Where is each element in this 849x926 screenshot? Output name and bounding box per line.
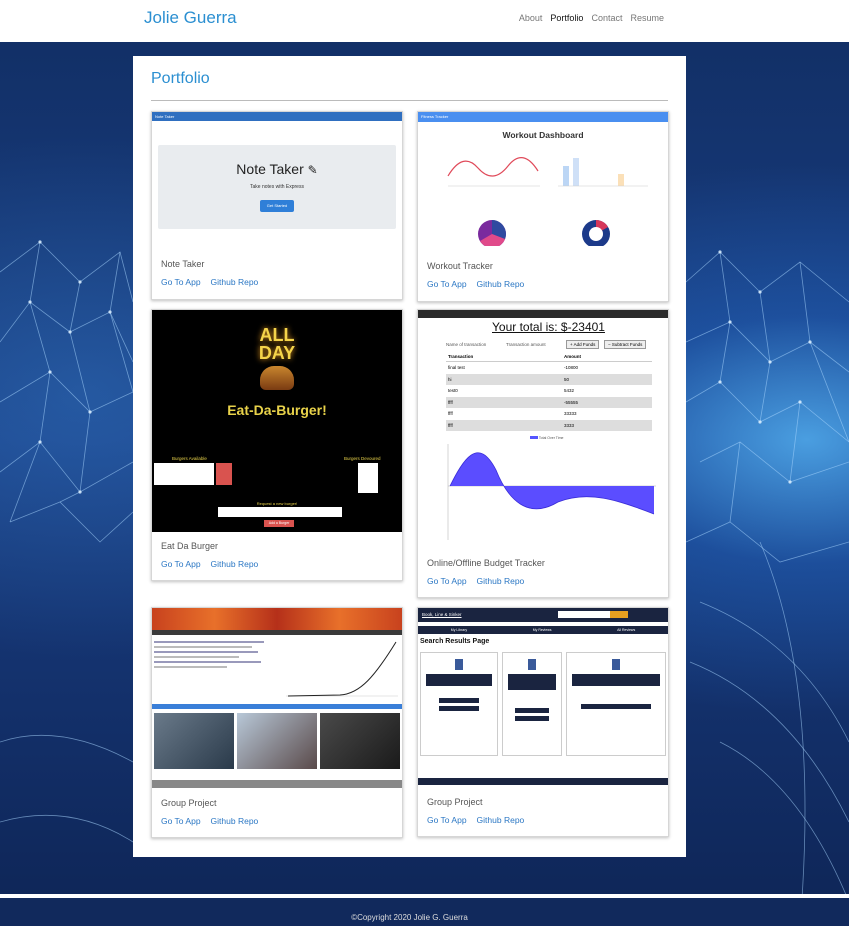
book-card xyxy=(502,652,562,756)
nav-link-resume[interactable]: Resume xyxy=(630,13,664,23)
preview-browser-bar xyxy=(418,310,668,318)
project-preview-image[interactable]: ALL DAY Eat-Da-Burger! Burgers Available… xyxy=(152,310,402,532)
project-title: Eat Da Burger xyxy=(161,541,219,551)
preview-brand: Book, Line & Sinker xyxy=(422,612,462,617)
burger-icon xyxy=(260,366,294,390)
book-icon xyxy=(612,659,620,670)
page-title: Portfolio xyxy=(151,70,210,87)
go-to-app-link[interactable]: Go To App xyxy=(427,576,467,586)
project-title: Group Project xyxy=(161,798,217,808)
preview-button: Add a Burger xyxy=(264,520,294,527)
news-photo xyxy=(237,713,317,769)
book-card xyxy=(420,652,498,756)
github-repo-link[interactable]: Github Repo xyxy=(477,815,525,825)
portfolio-panel: Portfolio Note Taker Note Taker ✎ Take n… xyxy=(133,56,686,857)
project-preview-image[interactable] xyxy=(152,608,402,788)
nav-link-contact[interactable]: Contact xyxy=(591,13,622,23)
project-preview-image[interactable]: Your total is: $-23401 Name of transacti… xyxy=(418,310,668,550)
preview-right-col: Burgers Devoured xyxy=(344,456,381,461)
preview-heading: Workout Dashboard xyxy=(502,130,584,140)
project-title: Note Taker xyxy=(161,259,205,269)
preview-subheading: Take notes with Express xyxy=(250,184,304,190)
copyright-text: ©Copyright 2020 Jolie G. Guerra xyxy=(351,913,468,922)
project-preview-image[interactable]: Book, Line & Sinker My Library My Review… xyxy=(418,608,668,788)
preview-transaction-table: Transaction Amount final test -10800 hi … xyxy=(446,352,652,431)
go-to-app-link[interactable]: Go To App xyxy=(161,559,201,569)
preview-heading: Search Results Page xyxy=(420,638,490,645)
project-preview-image[interactable]: Note Taker Note Taker ✎ Take notes with … xyxy=(152,112,402,233)
go-to-app-link[interactable]: Go To App xyxy=(427,815,467,825)
go-to-app-link[interactable]: Go To App xyxy=(161,816,201,826)
preview-jumbotron: Note Taker ✎ Take notes with Express Get… xyxy=(158,145,396,229)
news-photo xyxy=(154,713,234,769)
github-repo-link[interactable]: Github Repo xyxy=(477,279,525,289)
preview-left-col: Burgers Available xyxy=(172,456,207,461)
preview-navbar: Fitness Tracker xyxy=(418,112,668,122)
preview-growth-chart xyxy=(286,641,398,697)
preview-total: Your total is: $-23401 xyxy=(492,320,605,334)
preview-heading: Note Taker xyxy=(236,161,304,177)
preview-navbar: Note Taker xyxy=(152,112,402,121)
github-repo-link[interactable]: Github Repo xyxy=(211,559,259,569)
project-title: Online/Offline Budget Tracker xyxy=(427,558,545,568)
title-divider xyxy=(151,100,668,101)
preview-charts xyxy=(447,157,648,246)
book-icon xyxy=(528,659,536,670)
preview-banner xyxy=(152,608,402,630)
nav-links: About Portfolio Contact Resume xyxy=(519,13,664,23)
project-card-budget-tracker: Your total is: $-23401 Name of transacti… xyxy=(417,309,669,598)
book-card xyxy=(566,652,666,756)
preview-navbar: Book, Line & Sinker xyxy=(418,608,668,622)
news-photo xyxy=(320,713,400,769)
go-to-app-link[interactable]: Go To App xyxy=(161,277,201,287)
project-card-workout-tracker: Fitness Tracker Workout Dashboard Workou… xyxy=(417,111,669,302)
project-preview-image[interactable]: Fitness Tracker Workout Dashboard xyxy=(418,112,668,246)
preview-button: Get Started xyxy=(260,200,294,212)
footer: ©Copyright 2020 Jolie G. Guerra xyxy=(0,898,849,926)
pencil-icon: ✎ xyxy=(307,163,318,177)
project-card-note-taker: Note Taker Note Taker ✎ Take notes with … xyxy=(151,111,403,300)
preview-sign: ALL DAY xyxy=(258,325,296,363)
project-card-group-project-2: Book, Line & Sinker My Library My Review… xyxy=(417,607,669,837)
github-repo-link[interactable]: Github Repo xyxy=(211,816,259,826)
book-icon xyxy=(455,659,463,670)
preview-chart xyxy=(447,444,656,540)
project-title: Workout Tracker xyxy=(427,261,493,271)
github-repo-link[interactable]: Github Repo xyxy=(477,576,525,586)
nav-link-portfolio[interactable]: Portfolio xyxy=(550,13,583,23)
nav-link-about[interactable]: About xyxy=(519,13,543,23)
top-navbar: Jolie Guerra About Portfolio Contact Res… xyxy=(0,0,849,42)
preview-heading: Eat-Da-Burger! xyxy=(227,402,327,418)
preview-tabs: My Library My Reviews All Reviews xyxy=(418,626,668,634)
project-title: Group Project xyxy=(427,797,483,807)
brand-link[interactable]: Jolie Guerra xyxy=(144,8,237,28)
preview-request-label: Request a new burger! xyxy=(256,501,298,506)
go-to-app-link[interactable]: Go To App xyxy=(427,279,467,289)
project-card-eat-da-burger: ALL DAY Eat-Da-Burger! Burgers Available… xyxy=(151,309,403,581)
project-card-group-project-1: Group Project Go To App Github Repo xyxy=(151,607,403,838)
github-repo-link[interactable]: Github Repo xyxy=(211,277,259,287)
